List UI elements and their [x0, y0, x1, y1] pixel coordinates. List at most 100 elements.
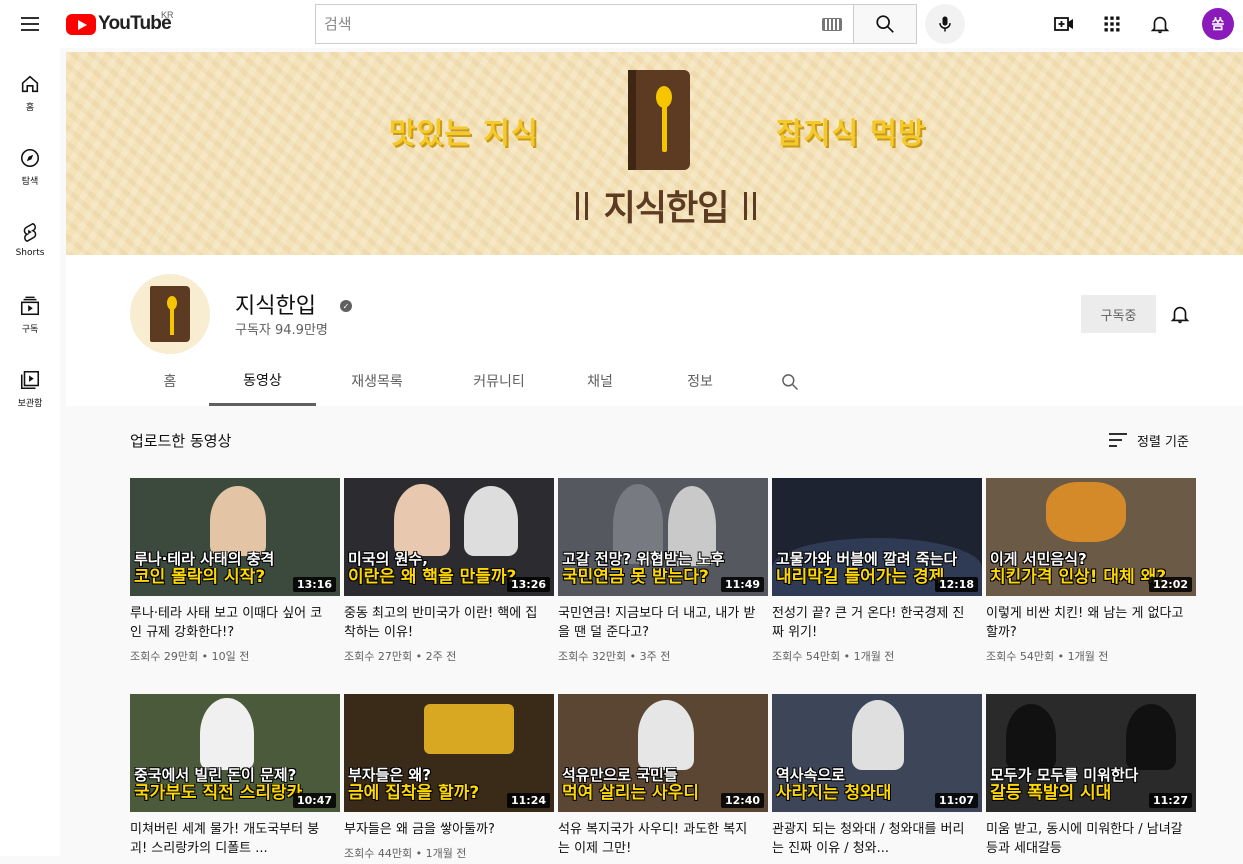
- guide-label: 홈: [25, 103, 35, 113]
- video-card[interactable]: 부자들은 왜? 금에 집착을 할까? 11:24 부자들은 왜 금을 쌓아둘까? …: [344, 694, 554, 861]
- video-card[interactable]: 루나·테라 사태의 충격 코인 몰락의 시작? 13:16 루나·테라 사태 보고…: [130, 478, 340, 664]
- video-thumbnail[interactable]: 모두가 모두를 미워한다 갈등 폭발의 시대 11:27: [986, 694, 1196, 812]
- section-title: 업로드한 동영상: [130, 432, 232, 450]
- video-meta: 조회수 29만회 • 10일 전: [130, 650, 250, 663]
- tab-home[interactable]: 홈: [130, 356, 210, 406]
- video-card[interactable]: 역사속으로 사라지는 청와대 11:07 관광지 되는 청와대 / 청와대를 버리…: [772, 694, 982, 864]
- search-icon: [876, 15, 894, 33]
- sort-label: 정렬 기준: [1137, 434, 1189, 450]
- sort-button[interactable]: 정렬 기준: [1109, 430, 1189, 450]
- compass-icon: [20, 148, 40, 168]
- guide-item-explore[interactable]: 탐색: [0, 146, 60, 206]
- video-card[interactable]: 미국의 원수, 이란은 왜 핵을 만들까? 13:26 중동 최고의 반미국가 이…: [344, 478, 554, 664]
- video-title[interactable]: 전성기 끝? 큰 거 온다! 한국경제 진짜 위기!: [772, 604, 972, 642]
- channel-notification-button[interactable]: [1168, 302, 1192, 326]
- video-card[interactable]: 고갈 전망? 위협받는 노후 국민연금 못 받는다? 11:49 국민연금! 지금…: [558, 478, 768, 664]
- video-thumbnail[interactable]: 루나·테라 사태의 충격 코인 몰락의 시작? 13:16: [130, 478, 340, 596]
- guide-item-library[interactable]: 보관함: [0, 368, 60, 428]
- tab-playlists[interactable]: 재생목록: [325, 356, 429, 406]
- subscribed-button[interactable]: 구독중: [1081, 295, 1156, 333]
- account-avatar[interactable]: 쏨: [1202, 8, 1234, 40]
- video-duration: 11:27: [1148, 793, 1192, 808]
- youtube-play-icon: [66, 13, 96, 35]
- channel-avatar[interactable]: [130, 274, 210, 354]
- video-title[interactable]: 루나·테라 사태 보고 이때다 싶어 코인 규제 강화한다!?: [130, 604, 330, 642]
- search-input[interactable]: [316, 6, 796, 42]
- video-thumbnail[interactable]: 중국에서 빌린 돈이 문제? 국가부도 직전 스리랑카 10:47: [130, 694, 340, 812]
- voice-search-button[interactable]: [925, 4, 965, 44]
- menu-icon[interactable]: [18, 12, 42, 36]
- thumbnail-figure: [394, 484, 450, 556]
- home-icon: [21, 75, 39, 93]
- tab-channels[interactable]: 채널: [570, 356, 630, 406]
- video-thumbnail[interactable]: 부자들은 왜? 금에 집착을 할까? 11:24: [344, 694, 554, 812]
- video-thumbnail[interactable]: 고물가와 버블에 깔려 죽는다 내리막길 들어가는 경제 12:18: [772, 478, 982, 596]
- banner-left-text: 맛있는 지식: [389, 116, 539, 150]
- video-thumbnail[interactable]: 석유만으로 국민들 먹여 살리는 사우디 12:40: [558, 694, 768, 812]
- video-add-icon: [1054, 17, 1073, 31]
- video-card[interactable]: 모두가 모두를 미워한다 갈등 폭발의 시대 11:27 미움 받고, 동시에 미…: [986, 694, 1196, 864]
- guide-item-shorts[interactable]: Shorts: [0, 220, 60, 280]
- thumbnail-figure: [200, 698, 254, 770]
- video-duration: 11:24: [506, 793, 550, 808]
- guide-item-subscriptions[interactable]: 구독: [0, 294, 60, 354]
- guide-label: 구독: [21, 325, 39, 335]
- search-button[interactable]: [853, 4, 917, 44]
- video-duration: 12:40: [720, 793, 764, 808]
- video-title[interactable]: 국민연금! 지금보다 더 내고, 내가 받을 땐 덜 준다고?: [558, 604, 758, 642]
- video-title[interactable]: 중동 최고의 반미국가 이란! 핵에 집착하는 이유!: [344, 604, 544, 642]
- youtube-logo[interactable]: YouTube: [66, 12, 172, 36]
- thumbnail-figure: [210, 486, 266, 556]
- thumbnail-figure: [1046, 482, 1126, 542]
- top-bar: YouTube KR 쏨: [0, 0, 1243, 48]
- subscriber-count: 구독자 94.9만명: [235, 323, 328, 338]
- bell-icon: [1170, 306, 1190, 324]
- video-card[interactable]: 고물가와 버블에 깔려 죽는다 내리막길 들어가는 경제 12:18 전성기 끝?…: [772, 478, 982, 664]
- bell-icon: [1150, 16, 1170, 34]
- video-meta: 조회수 44만회 • 1개월 전: [344, 847, 467, 860]
- video-thumbnail[interactable]: 고갈 전망? 위협받는 노후 국민연금 못 받는다? 11:49: [558, 478, 768, 596]
- video-title[interactable]: 관광지 되는 청와대 / 청와대를 버리는 진짜 이유 / 청와...: [772, 820, 972, 858]
- video-title[interactable]: 부자들은 왜 금을 쌓아둘까?: [344, 820, 544, 839]
- region-label: KR: [161, 10, 174, 20]
- tab-community[interactable]: 커뮤니티: [447, 356, 551, 406]
- create-video-button[interactable]: [1052, 12, 1076, 36]
- channel-header: 지식한입 ✓ 구독자 94.9만명 구독중 홈 동영상 재생목록 커뮤니티 채널…: [66, 255, 1243, 406]
- videos-section: 업로드한 동영상 정렬 기준 루나·테라 사태의 충격 코인 몰락의 시작? 13…: [66, 406, 1243, 860]
- channel-name: 지식한입: [235, 294, 316, 319]
- video-card[interactable]: 중국에서 빌린 돈이 문제? 국가부도 직전 스리랑카 10:47 미쳐버린 세계…: [130, 694, 340, 864]
- channel-search-icon[interactable]: [780, 372, 800, 392]
- video-thumbnail[interactable]: 미국의 원수, 이란은 왜 핵을 만들까? 13:26: [344, 478, 554, 596]
- microphone-icon: [939, 16, 951, 32]
- video-thumbnail[interactable]: 이게 서민음식? 치킨가격 인상! 대체 왜? 12:02: [986, 478, 1196, 596]
- notifications-button[interactable]: [1148, 12, 1172, 36]
- video-title[interactable]: 석유 복지국가 사우디! 과도한 복지는 이제 그만!: [558, 820, 758, 858]
- video-meta: 조회수 54만회 • 1개월 전: [772, 650, 895, 663]
- video-thumbnail[interactable]: 역사속으로 사라지는 청와대 11:07: [772, 694, 982, 812]
- banner-brand-text: 지식한입: [576, 180, 756, 229]
- shorts-icon: [23, 222, 37, 242]
- video-card[interactable]: 이게 서민음식? 치킨가격 인상! 대체 왜? 12:02 이렇게 비싼 치킨! …: [986, 478, 1196, 664]
- video-title[interactable]: 이렇게 비싼 치킨! 왜 남는 게 없다고 할까?: [986, 604, 1186, 642]
- library-icon: [20, 370, 40, 390]
- guide-item-home[interactable]: 홈: [0, 72, 60, 132]
- keyboard-icon[interactable]: [822, 18, 842, 31]
- spoon-stem: [170, 307, 174, 335]
- video-meta: 조회수 32만회 • 3주 전: [558, 650, 671, 663]
- video-title[interactable]: 미움 받고, 동시에 미워한다 / 남녀갈등과 세대갈등: [986, 820, 1186, 858]
- video-duration: 13:26: [506, 577, 550, 592]
- video-duration: 11:49: [720, 577, 764, 592]
- video-card[interactable]: 석유만으로 국민들 먹여 살리는 사우디 12:40 석유 복지국가 사우디! 과…: [558, 694, 768, 864]
- video-duration: 10:47: [292, 793, 336, 808]
- video-duration: 12:02: [1148, 577, 1192, 592]
- video-duration: 13:16: [292, 577, 336, 592]
- tab-about[interactable]: 정보: [665, 356, 735, 406]
- subscriptions-icon: [20, 296, 40, 316]
- video-title[interactable]: 미쳐버린 세계 물가! 개도국부터 붕괴! 스리랑카의 디폴트 ...: [130, 820, 330, 858]
- sort-icon: [1109, 433, 1127, 447]
- thumbnail-figure: [1126, 704, 1176, 770]
- guide-label: 보관함: [17, 399, 43, 409]
- thumbnail-figure: [1006, 704, 1056, 770]
- apps-button[interactable]: [1100, 12, 1124, 36]
- tab-videos[interactable]: 동영상: [209, 356, 316, 406]
